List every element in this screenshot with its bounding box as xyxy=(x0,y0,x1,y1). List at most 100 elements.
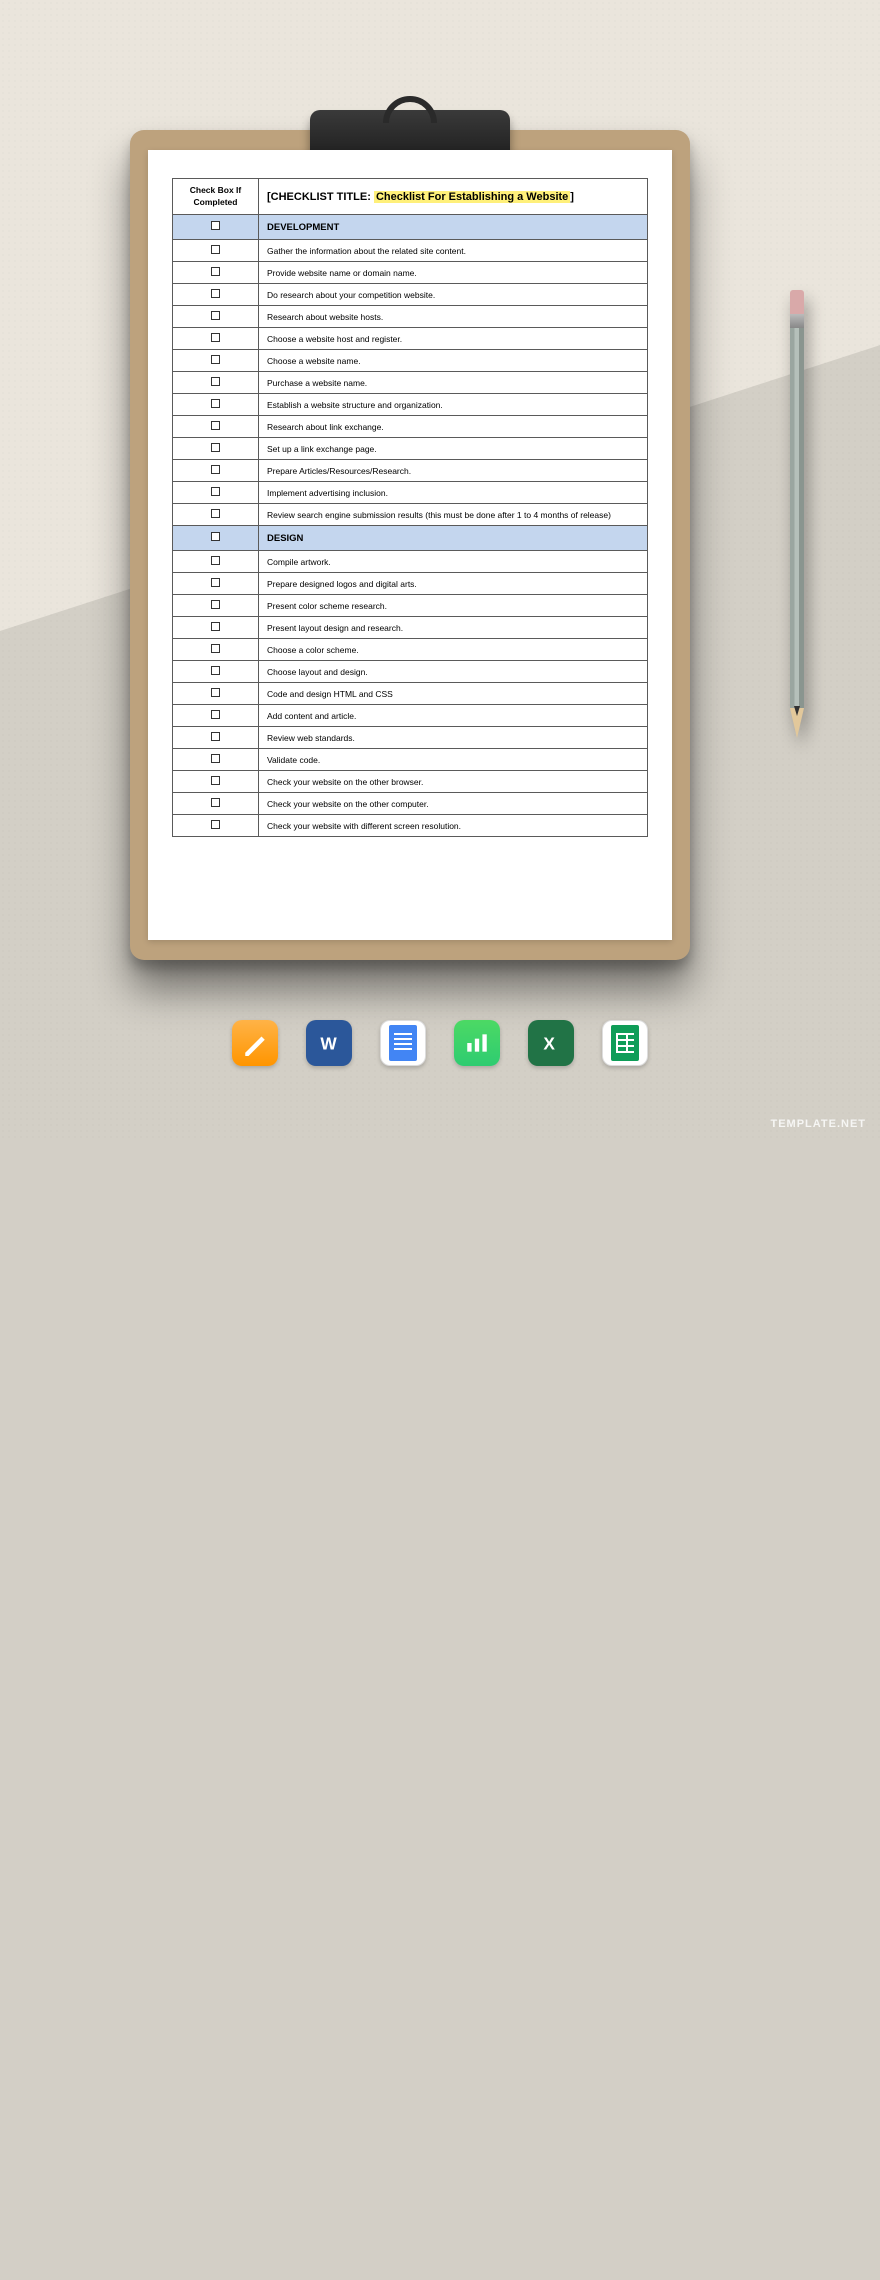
checkbox-cell[interactable] xyxy=(173,573,259,595)
checkbox-icon[interactable] xyxy=(211,532,220,541)
checkbox-icon[interactable] xyxy=(211,754,220,763)
checkbox-icon[interactable] xyxy=(211,355,220,364)
checkbox-cell[interactable] xyxy=(173,416,259,438)
checklist-row: Do research about your competition websi… xyxy=(173,284,648,306)
checkbox-icon[interactable] xyxy=(211,578,220,587)
title-prefix: [CHECKLIST TITLE: xyxy=(267,191,374,203)
checkbox-icon[interactable] xyxy=(211,600,220,609)
table-header-row: Check Box If Completed [CHECKLIST TITLE:… xyxy=(173,179,648,215)
checkbox-cell[interactable] xyxy=(173,504,259,526)
checklist-table: Check Box If Completed [CHECKLIST TITLE:… xyxy=(172,178,648,837)
checkbox-icon[interactable] xyxy=(211,465,220,474)
checkbox-icon[interactable] xyxy=(211,289,220,298)
checkbox-icon[interactable] xyxy=(211,820,220,829)
section-header-row: DESIGN xyxy=(173,526,648,551)
svg-text:X: X xyxy=(543,1034,555,1054)
checklist-row: Provide website name or domain name. xyxy=(173,262,648,284)
checklist-row: Review search engine submission results … xyxy=(173,504,648,526)
checkbox-icon[interactable] xyxy=(211,556,220,565)
checklist-item-text: Check your website on the other computer… xyxy=(259,793,648,815)
checklist-item-text: Present layout design and research. xyxy=(259,617,648,639)
checkbox-cell[interactable] xyxy=(173,460,259,482)
section-checkbox-cell[interactable] xyxy=(173,215,259,240)
checkbox-cell[interactable] xyxy=(173,551,259,573)
checkbox-cell[interactable] xyxy=(173,350,259,372)
checklist-row: Purchase a website name. xyxy=(173,372,648,394)
checkbox-icon[interactable] xyxy=(211,377,220,386)
checklist-item-text: Implement advertising inclusion. xyxy=(259,482,648,504)
checkbox-icon[interactable] xyxy=(211,245,220,254)
numbers-icon[interactable] xyxy=(454,1020,500,1066)
checkbox-cell[interactable] xyxy=(173,482,259,504)
word-icon[interactable]: W xyxy=(306,1020,352,1066)
clipboard: Check Box If Completed [CHECKLIST TITLE:… xyxy=(130,110,690,970)
checkbox-icon[interactable] xyxy=(211,688,220,697)
checkbox-icon[interactable] xyxy=(211,333,220,342)
checklist-item-text: Prepare designed logos and digital arts. xyxy=(259,573,648,595)
checklist-item-text: Choose a website host and register. xyxy=(259,328,648,350)
checkbox-icon[interactable] xyxy=(211,776,220,785)
title-suffix: ] xyxy=(570,191,574,203)
checklist-row: Gather the information about the related… xyxy=(173,240,648,262)
checkbox-cell[interactable] xyxy=(173,749,259,771)
checkbox-icon[interactable] xyxy=(211,644,220,653)
checkbox-cell[interactable] xyxy=(173,661,259,683)
checkbox-icon[interactable] xyxy=(211,311,220,320)
checkbox-icon[interactable] xyxy=(211,509,220,518)
checklist-row: Check your website on the other computer… xyxy=(173,793,648,815)
checklist-row: Compile artwork. xyxy=(173,551,648,573)
checklist-item-text: Review web standards. xyxy=(259,727,648,749)
checklist-row: Set up a link exchange page. xyxy=(173,438,648,460)
section-name: DEVELOPMENT xyxy=(259,215,648,240)
pencil-decoration xyxy=(790,290,804,760)
google-sheets-icon[interactable] xyxy=(602,1020,648,1066)
checkbox-icon[interactable] xyxy=(211,710,220,719)
checkbox-icon[interactable] xyxy=(211,798,220,807)
checklist-row: Present layout design and research. xyxy=(173,617,648,639)
checklist-row: Check your website on the other browser. xyxy=(173,771,648,793)
section-checkbox-cell[interactable] xyxy=(173,526,259,551)
checkbox-cell[interactable] xyxy=(173,306,259,328)
excel-icon[interactable]: X xyxy=(528,1020,574,1066)
checklist-item-text: Validate code. xyxy=(259,749,648,771)
checklist-item-text: Review search engine submission results … xyxy=(259,504,648,526)
checkbox-icon[interactable] xyxy=(211,732,220,741)
checkbox-icon[interactable] xyxy=(211,421,220,430)
document-page: Check Box If Completed [CHECKLIST TITLE:… xyxy=(148,150,672,940)
checkbox-icon[interactable] xyxy=(211,666,220,675)
checklist-item-text: Present color scheme research. xyxy=(259,595,648,617)
section-header-row: DEVELOPMENT xyxy=(173,215,648,240)
checkbox-cell[interactable] xyxy=(173,262,259,284)
checkbox-cell[interactable] xyxy=(173,705,259,727)
google-docs-icon[interactable] xyxy=(380,1020,426,1066)
checkbox-cell[interactable] xyxy=(173,683,259,705)
checkbox-cell[interactable] xyxy=(173,328,259,350)
checkbox-cell[interactable] xyxy=(173,639,259,661)
checkbox-cell[interactable] xyxy=(173,727,259,749)
checkbox-icon[interactable] xyxy=(211,443,220,452)
pages-icon[interactable] xyxy=(232,1020,278,1066)
checkbox-cell[interactable] xyxy=(173,240,259,262)
checklist-item-text: Check your website on the other browser. xyxy=(259,771,648,793)
checkbox-cell[interactable] xyxy=(173,372,259,394)
checklist-item-text: Choose a website name. xyxy=(259,350,648,372)
checkbox-cell[interactable] xyxy=(173,815,259,837)
checkbox-cell[interactable] xyxy=(173,284,259,306)
checkbox-cell[interactable] xyxy=(173,394,259,416)
checklist-item-text: Compile artwork. xyxy=(259,551,648,573)
checkbox-icon[interactable] xyxy=(211,622,220,631)
checkbox-icon[interactable] xyxy=(211,267,220,276)
checklist-row: Present color scheme research. xyxy=(173,595,648,617)
checkbox-icon[interactable] xyxy=(211,221,220,230)
checklist-row: Prepare Articles/Resources/Research. xyxy=(173,460,648,482)
checklist-item-text: Research about link exchange. xyxy=(259,416,648,438)
checkbox-cell[interactable] xyxy=(173,771,259,793)
checkbox-cell[interactable] xyxy=(173,793,259,815)
checkbox-cell[interactable] xyxy=(173,595,259,617)
checkbox-icon[interactable] xyxy=(211,487,220,496)
checkbox-icon[interactable] xyxy=(211,399,220,408)
app-icons-row: W X xyxy=(0,1020,880,1066)
checkbox-cell[interactable] xyxy=(173,617,259,639)
checklist-item-text: Provide website name or domain name. xyxy=(259,262,648,284)
checkbox-cell[interactable] xyxy=(173,438,259,460)
